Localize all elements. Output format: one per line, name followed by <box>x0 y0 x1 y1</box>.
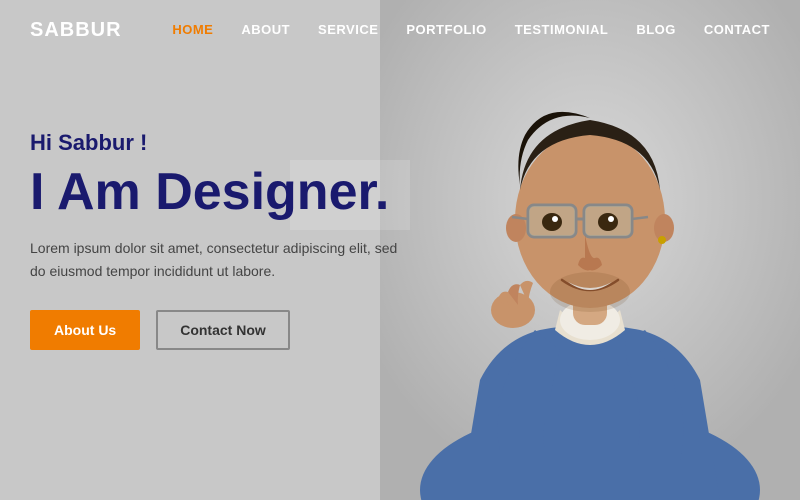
hero-description: Lorem ipsum dolor sit amet, consectetur … <box>30 237 410 282</box>
nav-link-portfolio[interactable]: PORTFOLIO <box>406 22 486 37</box>
nav-item-home[interactable]: HOME <box>172 21 213 39</box>
hero-buttons: About Us Contact Now <box>30 310 410 350</box>
nav-link-contact[interactable]: CONTACT <box>704 22 770 37</box>
nav-item-service[interactable]: SERVICE <box>318 21 378 39</box>
navbar: SABBUR HOME ABOUT SERVICE PORTFOLIO TEST… <box>0 0 800 60</box>
nav-link-blog[interactable]: BLOG <box>636 22 676 37</box>
nav-item-contact[interactable]: CONTACT <box>704 21 770 39</box>
nav-item-portfolio[interactable]: PORTFOLIO <box>406 21 486 39</box>
hero-title: I Am Designer. <box>30 164 410 221</box>
nav-links: HOME ABOUT SERVICE PORTFOLIO TESTIMONIAL… <box>172 21 770 39</box>
nav-item-about[interactable]: ABOUT <box>241 21 290 39</box>
nav-link-home[interactable]: HOME <box>172 22 213 37</box>
nav-link-service[interactable]: SERVICE <box>318 22 378 37</box>
about-us-button[interactable]: About Us <box>30 310 140 350</box>
person-image <box>380 0 800 500</box>
hero-title-prefix: I Am <box>30 163 155 221</box>
contact-now-button[interactable]: Contact Now <box>156 310 290 350</box>
brand-logo: SABBUR <box>30 19 122 42</box>
hero-content: Hi Sabbur ! I Am Designer. Lorem ipsum d… <box>30 130 410 350</box>
nav-item-testimonial[interactable]: TESTIMONIAL <box>515 21 609 39</box>
nav-item-blog[interactable]: BLOG <box>636 21 676 39</box>
hero-section: SABBUR HOME ABOUT SERVICE PORTFOLIO TEST… <box>0 0 800 500</box>
hero-title-highlight: Designer. <box>155 163 389 221</box>
hero-greeting: Hi Sabbur ! <box>30 130 410 156</box>
nav-link-testimonial[interactable]: TESTIMONIAL <box>515 22 609 37</box>
nav-link-about[interactable]: ABOUT <box>241 22 290 37</box>
